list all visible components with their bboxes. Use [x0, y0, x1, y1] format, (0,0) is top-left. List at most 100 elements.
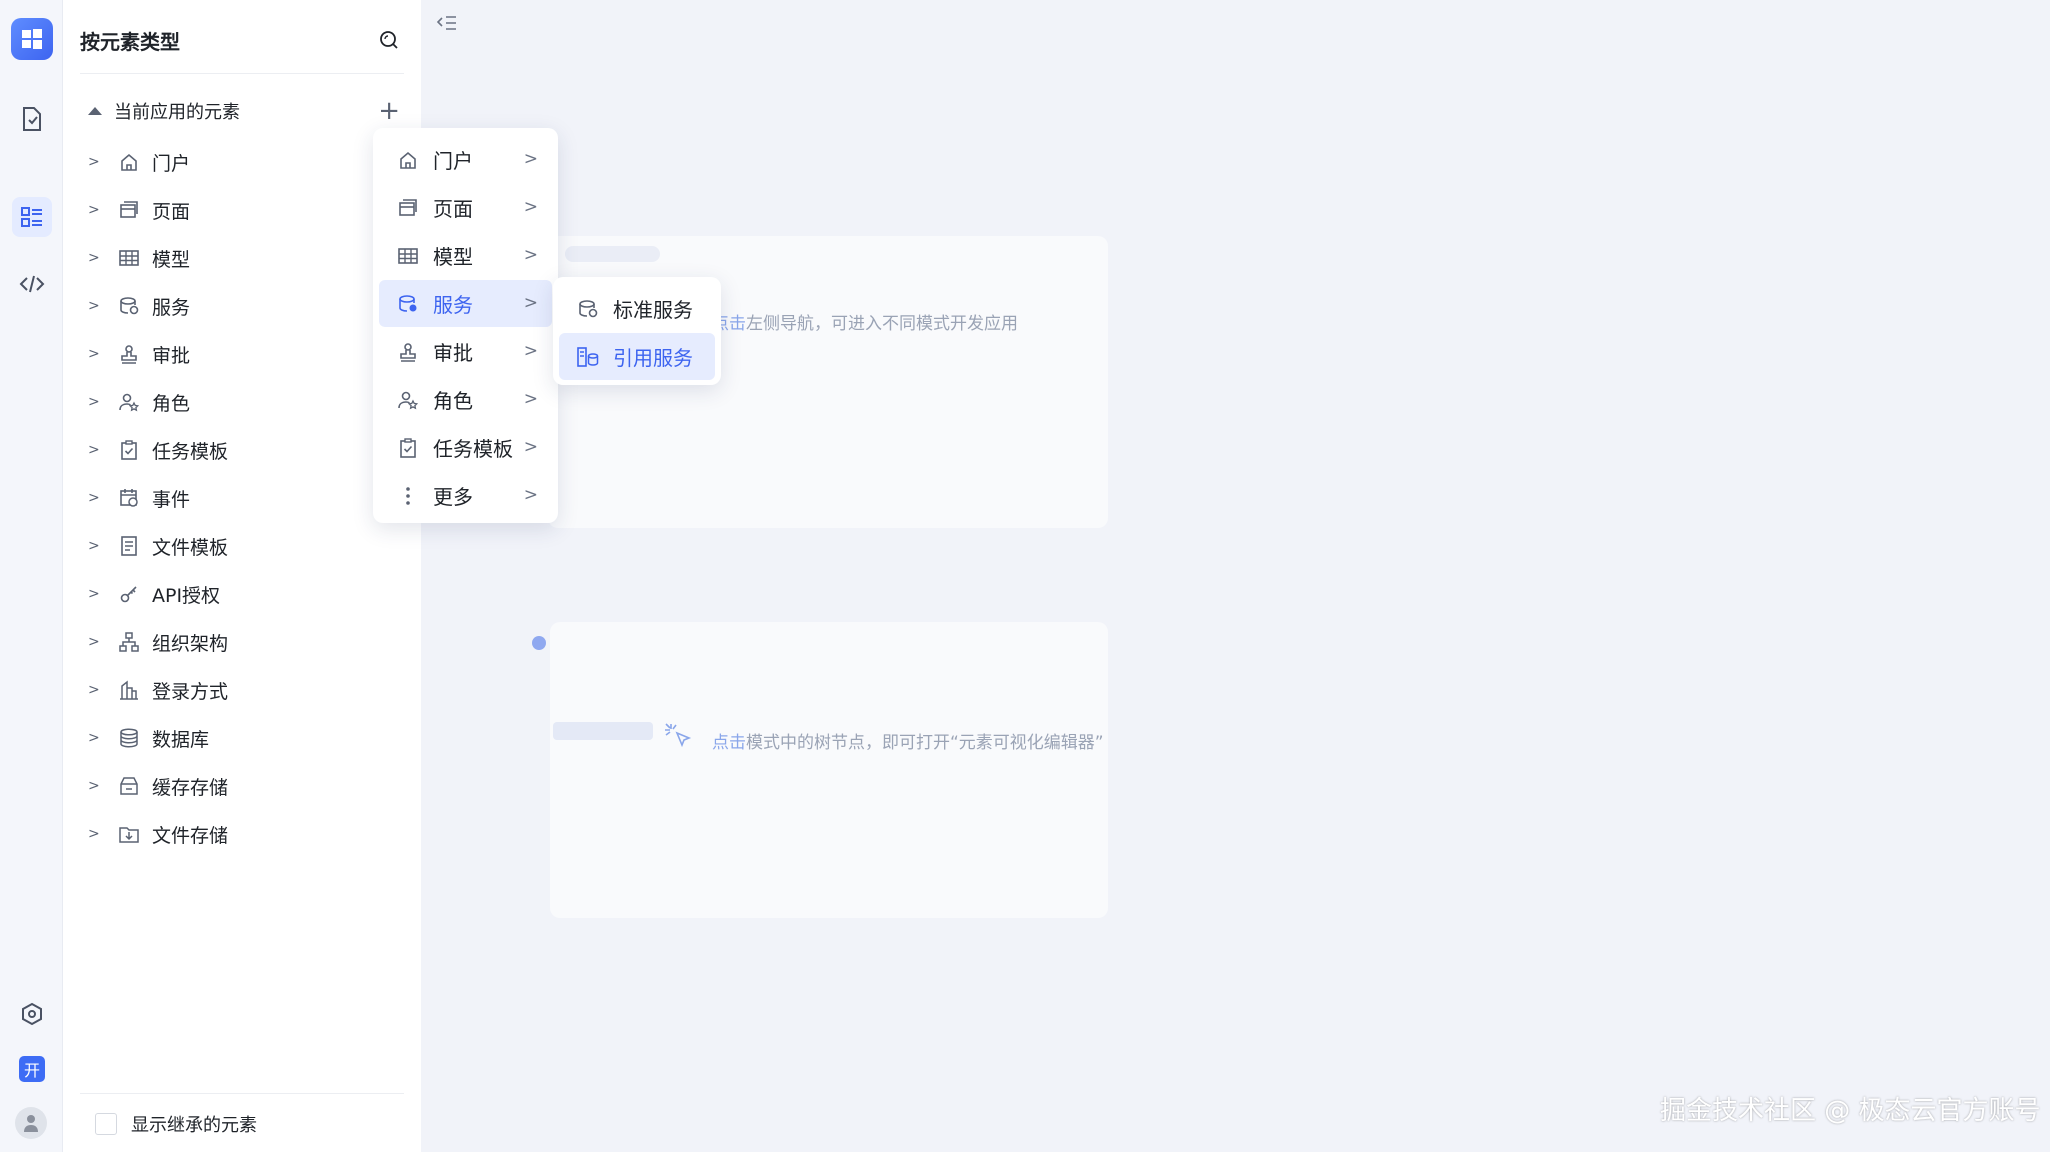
tree-item-label: 文件存储 — [152, 824, 229, 847]
tree-item-label: 门户 — [152, 152, 191, 175]
service-icon — [577, 298, 599, 320]
caret-up-icon[interactable] — [88, 107, 102, 115]
footer-divider — [80, 1093, 404, 1094]
database-icon — [118, 727, 140, 749]
panel-title: 按元素类型 — [80, 30, 180, 54]
list-icon — [21, 207, 42, 227]
menu-item-more[interactable]: 更多 > — [379, 472, 552, 519]
chevron-right-icon[interactable]: > — [88, 730, 102, 746]
tree-item-org[interactable]: > 组织架构 — [88, 622, 228, 662]
rail-settings-button[interactable] — [12, 994, 52, 1034]
submenu-item-label: 标准服务 — [613, 298, 693, 322]
rail-code-button[interactable] — [12, 264, 52, 304]
tree-item-role[interactable]: > 角色 — [88, 382, 190, 422]
tree-item-label: 组织架构 — [152, 632, 229, 655]
chevron-right-icon[interactable]: > — [88, 250, 102, 266]
table-icon — [397, 245, 419, 267]
tree-item-file-template[interactable]: > 文件模板 — [88, 526, 228, 566]
chevron-right-icon[interactable]: > — [88, 394, 102, 410]
show-inherited-checkbox[interactable] — [95, 1113, 117, 1135]
submenu-item-reference-service[interactable]: 引用服务 — [559, 333, 715, 380]
rail-badge[interactable]: 开 — [19, 1056, 45, 1082]
tree-item-label: 模型 — [152, 248, 191, 271]
service-submenu: 标准服务 引用服务 — [553, 277, 721, 385]
role-icon — [118, 391, 140, 413]
tree-item-service[interactable]: > 服务 — [88, 286, 190, 326]
rail-doc-button[interactable] — [12, 99, 52, 139]
menu-item-page[interactable]: 页面 > — [379, 184, 552, 231]
chevron-right-icon: > — [523, 485, 538, 505]
click-cursor-icon — [663, 721, 695, 757]
key-icon — [118, 583, 140, 605]
app-logo[interactable] — [11, 18, 53, 60]
avatar[interactable] — [15, 1107, 47, 1139]
tree-item-task-template[interactable]: > 任务模板 — [88, 430, 228, 470]
chevron-right-icon[interactable]: > — [88, 538, 102, 554]
chevron-right-icon[interactable]: > — [88, 298, 102, 314]
org-icon — [118, 631, 140, 653]
chevron-right-icon[interactable]: > — [88, 442, 102, 458]
tree-item-label: 事件 — [152, 488, 191, 511]
tree-item-file-storage[interactable]: > 文件存储 — [88, 814, 228, 854]
chevron-right-icon: > — [523, 149, 538, 169]
reference-service-icon — [577, 346, 599, 368]
tree-item-portal[interactable]: > 门户 — [88, 142, 190, 182]
document-icon — [23, 107, 41, 131]
show-inherited-toggle[interactable]: 显示继承的元素 — [95, 1111, 257, 1137]
rail-elements-button[interactable] — [12, 197, 52, 237]
tree-item-model[interactable]: > 模型 — [88, 238, 190, 278]
tree-item-label: 缓存存储 — [152, 776, 229, 799]
header-divider — [80, 73, 404, 74]
tree-item-cache[interactable]: > 缓存存储 — [88, 766, 228, 806]
menu-item-service[interactable]: 服务 > — [379, 280, 552, 327]
placeholder-bar — [565, 246, 660, 262]
menu-item-task-template[interactable]: 任务模板 > — [379, 424, 552, 471]
tree-item-event[interactable]: > 事件 — [88, 478, 190, 518]
menu-item-label: 服务 — [433, 293, 473, 317]
hint-tree-node: 点击模式中的树节点，即可打开“元素可视化编辑器” — [712, 728, 1104, 753]
collapse-panel-icon[interactable] — [436, 14, 458, 36]
page-icon — [397, 197, 419, 219]
tree-item-database[interactable]: > 数据库 — [88, 718, 209, 758]
menu-item-label: 更多 — [433, 485, 473, 509]
submenu-item-label: 引用服务 — [613, 346, 693, 370]
tree-item-label: 数据库 — [152, 728, 210, 751]
service-icon — [118, 295, 140, 317]
chevron-right-icon[interactable]: > — [88, 154, 102, 170]
tree-item-label: 角色 — [152, 392, 191, 415]
tree-item-login[interactable]: > 登录方式 — [88, 670, 228, 710]
tree-item-page[interactable]: > 页面 — [88, 190, 190, 230]
chevron-right-icon[interactable]: > — [88, 778, 102, 794]
placeholder-illustration-tree — [550, 622, 1108, 918]
tree-item-api-auth[interactable]: > API授权 — [88, 574, 220, 614]
submenu-item-standard-service[interactable]: 标准服务 — [559, 285, 715, 332]
menu-item-model[interactable]: 模型 > — [379, 232, 552, 279]
tree-item-approval[interactable]: > 审批 — [88, 334, 190, 374]
hint-text: 模式中的树节点，即可打开“元素可视化编辑器” — [746, 733, 1104, 753]
menu-item-role[interactable]: 角色 > — [379, 376, 552, 423]
placeholder-node-icon — [532, 636, 546, 650]
chevron-right-icon[interactable]: > — [88, 490, 102, 506]
chevron-right-icon[interactable]: > — [88, 346, 102, 362]
search-icon[interactable] — [379, 30, 399, 54]
code-icon — [19, 275, 45, 293]
chevron-right-icon: > — [523, 341, 538, 361]
watermark-text: 掘金技术社区 @ 极态云官方账号 — [1660, 1096, 2041, 1126]
tree-group-current-app[interactable]: 当前应用的元素 + — [88, 96, 408, 126]
chevron-right-icon[interactable]: > — [88, 682, 102, 698]
menu-item-portal[interactable]: 门户 > — [379, 136, 552, 183]
tree-item-label: 审批 — [152, 344, 191, 367]
chevron-right-icon[interactable]: > — [88, 202, 102, 218]
menu-item-label: 模型 — [433, 245, 473, 269]
tree-item-label: 服务 — [152, 296, 191, 319]
table-icon — [118, 247, 140, 269]
chevron-right-icon: > — [523, 437, 538, 457]
stamp-icon — [118, 343, 140, 365]
menu-item-approval[interactable]: 审批 > — [379, 328, 552, 375]
menu-item-label: 审批 — [433, 341, 473, 365]
hint-navigation: 点击左侧导航，可进入不同模式开发应用 — [712, 309, 1018, 334]
chevron-right-icon[interactable]: > — [88, 586, 102, 602]
chevron-right-icon[interactable]: > — [88, 634, 102, 650]
chevron-right-icon[interactable]: > — [88, 826, 102, 842]
add-element-button[interactable]: + — [378, 98, 400, 124]
